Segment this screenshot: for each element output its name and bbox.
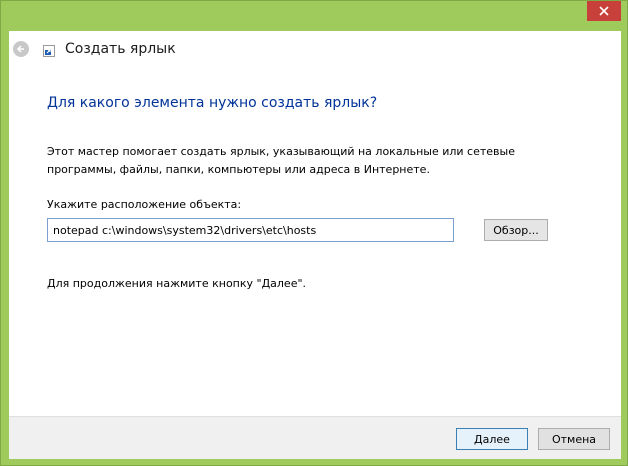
- location-label: Укажите расположение объекта:: [47, 198, 242, 211]
- wizard-header: Создать ярлык: [9, 31, 621, 69]
- back-arrow-icon: [16, 45, 24, 53]
- close-button[interactable]: [587, 1, 621, 21]
- cancel-button[interactable]: Отмена: [538, 428, 610, 450]
- location-input[interactable]: [47, 218, 454, 242]
- wizard-window: Создать ярлык Для какого элемента нужно …: [0, 0, 628, 466]
- hint-text: Для продолжения нажмите кнопку "Далее".: [47, 277, 307, 290]
- next-button[interactable]: Далее: [456, 428, 528, 450]
- back-button[interactable]: [13, 41, 29, 57]
- page-heading: Для какого элемента нужно создать ярлык?: [47, 95, 378, 111]
- wizard-footer: Далее Отмена: [9, 416, 621, 459]
- shortcut-icon: [43, 45, 55, 57]
- wizard-content: Для какого элемента нужно создать ярлык?…: [9, 69, 621, 416]
- wizard-title: Создать ярлык: [65, 41, 176, 57]
- description-text: Этот мастер помогает создать ярлык, указ…: [47, 145, 515, 176]
- close-icon: [599, 6, 609, 16]
- browse-button[interactable]: Обзор...: [484, 219, 548, 241]
